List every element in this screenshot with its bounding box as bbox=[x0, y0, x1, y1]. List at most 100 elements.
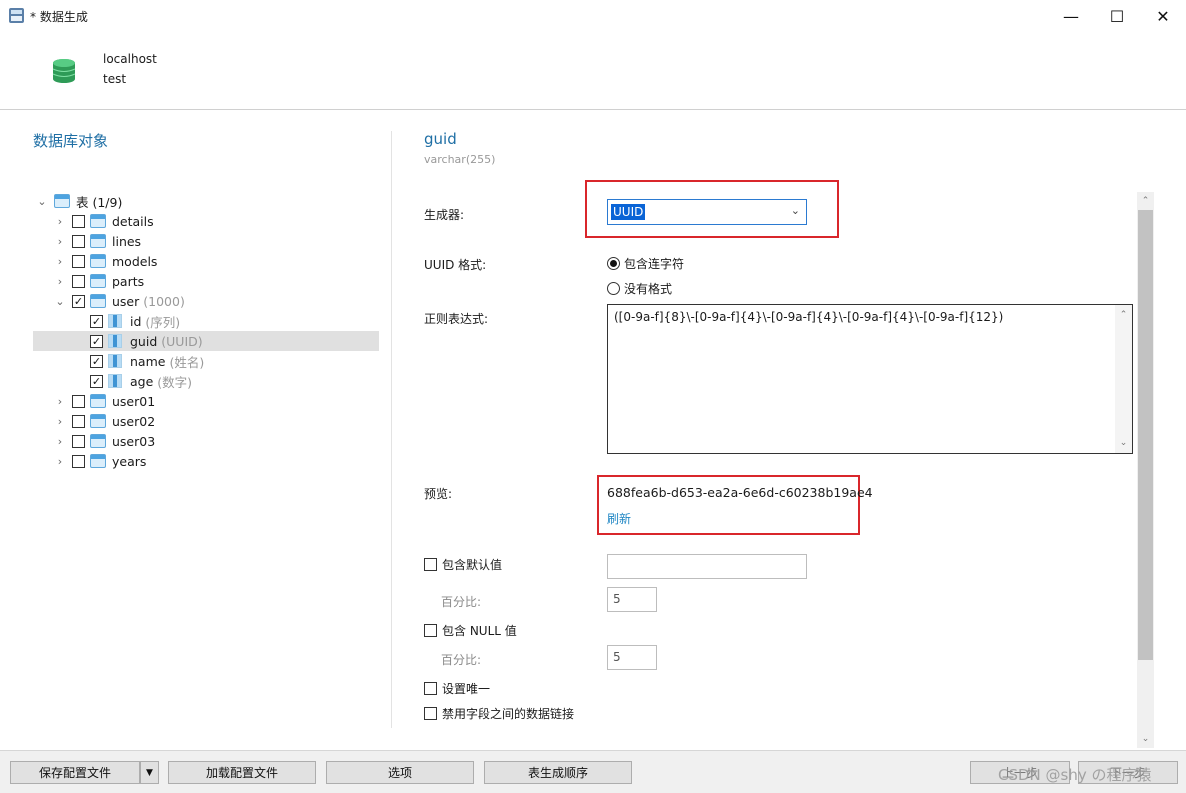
radio-no-format[interactable]: 没有格式 bbox=[607, 280, 672, 297]
title-bar: * 数据生成 — ☐ ✕ bbox=[0, 0, 1186, 32]
tree-table-user03[interactable]: › user03 bbox=[54, 431, 155, 451]
checkbox-icon[interactable] bbox=[424, 624, 437, 637]
checkbox-icon[interactable] bbox=[424, 707, 437, 720]
scrollbar-thumb[interactable] bbox=[1138, 210, 1153, 660]
close-icon[interactable]: ✕ bbox=[1140, 0, 1186, 32]
tree-table-parts[interactable]: › parts bbox=[54, 271, 144, 291]
tree-root-label: 表 (1/9) bbox=[76, 194, 123, 210]
column-checkbox[interactable]: ✓ bbox=[90, 374, 103, 388]
default-percent-label: 百分比: bbox=[441, 595, 482, 609]
column-icon bbox=[108, 354, 122, 368]
table-checkbox[interactable] bbox=[72, 274, 85, 288]
maximize-icon[interactable]: ☐ bbox=[1094, 0, 1140, 32]
connection-host: localhost bbox=[103, 52, 157, 66]
tree-column-name[interactable]: ✓ name (姓名) bbox=[90, 351, 204, 371]
disable-link-checkbox[interactable]: 禁用字段之间的数据链接 bbox=[424, 705, 574, 722]
default-value-input[interactable] bbox=[607, 554, 807, 579]
right-panel-scrollbar[interactable]: ⌃ ⌄ bbox=[1137, 192, 1154, 748]
window-title: * 数据生成 bbox=[30, 10, 88, 24]
table-checkbox[interactable]: ✓ bbox=[72, 294, 85, 308]
row-count: (1000) bbox=[143, 293, 185, 309]
load-config-button[interactable]: 加载配置文件 bbox=[168, 761, 316, 784]
default-percent-input[interactable]: 5 bbox=[607, 587, 657, 612]
tree-table-user[interactable]: ⌄ ✓ user (1000) bbox=[54, 291, 185, 311]
table-icon bbox=[90, 454, 106, 468]
scroll-up-icon[interactable]: ⌃ bbox=[1115, 307, 1132, 323]
table-icon bbox=[90, 434, 106, 448]
table-checkbox[interactable] bbox=[72, 394, 85, 408]
table-checkbox[interactable] bbox=[72, 414, 85, 428]
table-checkbox[interactable] bbox=[72, 234, 85, 248]
tables-icon bbox=[54, 194, 70, 208]
table-checkbox[interactable] bbox=[72, 254, 85, 268]
tree-table-lines[interactable]: › lines bbox=[54, 231, 141, 251]
column-checkbox[interactable]: ✓ bbox=[90, 354, 103, 368]
chevron-down-icon[interactable]: ⌄ bbox=[54, 295, 66, 308]
tree-table-user01[interactable]: › user01 bbox=[54, 391, 155, 411]
tree-table-years[interactable]: › years bbox=[54, 451, 147, 471]
tree-table-details[interactable]: › details bbox=[54, 211, 154, 231]
chevron-right-icon[interactable]: › bbox=[54, 435, 66, 448]
caret-down-icon: ▼ bbox=[146, 767, 153, 778]
chevron-right-icon[interactable]: › bbox=[54, 415, 66, 428]
connection-header: localhost test bbox=[0, 32, 1186, 110]
tree-column-age[interactable]: ✓ age (数字) bbox=[90, 371, 192, 391]
scroll-up-icon[interactable]: ⌃ bbox=[1137, 193, 1154, 209]
table-order-button[interactable]: 表生成顺序 bbox=[484, 761, 632, 784]
radio-selected-icon[interactable] bbox=[607, 257, 620, 270]
chevron-right-icon[interactable]: › bbox=[54, 395, 66, 408]
null-percent-input[interactable]: 5 bbox=[607, 645, 657, 670]
tree-table-models[interactable]: › models bbox=[54, 251, 158, 271]
scroll-down-icon[interactable]: ⌄ bbox=[1115, 435, 1132, 451]
tree-column-id[interactable]: ✓ id (序列) bbox=[90, 311, 180, 331]
table-name: user bbox=[112, 293, 140, 309]
chevron-right-icon[interactable]: › bbox=[54, 215, 66, 228]
table-name: details bbox=[112, 213, 154, 229]
unique-checkbox[interactable]: 设置唯一 bbox=[424, 680, 490, 697]
generator-select[interactable]: UUID ⌄ bbox=[607, 199, 807, 225]
table-checkbox[interactable] bbox=[72, 434, 85, 448]
tree-root-tables[interactable]: ⌄ 表 (1/9) bbox=[36, 191, 122, 211]
navicat-icon bbox=[9, 8, 24, 23]
generator-note: (姓名) bbox=[169, 354, 205, 370]
options-button[interactable]: 选项 bbox=[326, 761, 474, 784]
table-name: models bbox=[112, 253, 158, 269]
table-checkbox[interactable] bbox=[72, 214, 85, 228]
generator-note: (序列) bbox=[145, 314, 181, 330]
refresh-link[interactable]: 刷新 bbox=[607, 510, 631, 527]
chevron-down-icon[interactable]: ⌄ bbox=[36, 195, 48, 208]
save-config-dropdown[interactable]: ▼ bbox=[140, 761, 159, 784]
connection-database: test bbox=[103, 72, 127, 86]
include-default-checkbox[interactable]: 包含默认值 bbox=[424, 556, 502, 573]
minimize-icon[interactable]: — bbox=[1048, 0, 1094, 32]
checkbox-icon[interactable] bbox=[424, 558, 437, 571]
table-checkbox[interactable] bbox=[72, 454, 85, 468]
column-checkbox[interactable]: ✓ bbox=[90, 334, 103, 348]
include-null-checkbox[interactable]: 包含 NULL 值 bbox=[424, 622, 517, 639]
tree-table-user02[interactable]: › user02 bbox=[54, 411, 155, 431]
generator-select-value: UUID bbox=[611, 204, 646, 220]
field-name: guid bbox=[424, 130, 457, 148]
radio-unselected-icon[interactable] bbox=[607, 282, 620, 295]
table-icon bbox=[90, 294, 106, 308]
regex-label: 正则表达式: bbox=[424, 312, 489, 326]
table-icon bbox=[90, 234, 106, 248]
save-config-button[interactable]: 保存配置文件 bbox=[10, 761, 140, 784]
tree-column-guid[interactable]: ✓ guid (UUID) bbox=[33, 331, 379, 351]
chevron-right-icon[interactable]: › bbox=[54, 255, 66, 268]
regex-scrollbar[interactable]: ⌃ ⌄ bbox=[1115, 305, 1132, 453]
table-name: parts bbox=[112, 273, 145, 289]
checkbox-icon[interactable] bbox=[424, 682, 437, 695]
chevron-right-icon[interactable]: › bbox=[54, 235, 66, 248]
chevron-right-icon[interactable]: › bbox=[54, 455, 66, 468]
regex-textarea[interactable]: ([0-9a-f]{8}\-[0-9a-f]{4}\-[0-9a-f]{4}\-… bbox=[607, 304, 1133, 454]
field-type: varchar(255) bbox=[424, 153, 496, 166]
column-checkbox[interactable]: ✓ bbox=[90, 314, 103, 328]
radio-with-hyphens[interactable]: 包含连字符 bbox=[607, 255, 684, 272]
chevron-right-icon[interactable]: › bbox=[54, 275, 66, 288]
unique-label: 设置唯一 bbox=[442, 682, 491, 696]
preview-value: 688fea6b-d653-ea2a-6e6d-c60238b19ae4 bbox=[607, 485, 873, 500]
scroll-down-icon[interactable]: ⌄ bbox=[1137, 731, 1154, 747]
include-default-label: 包含默认值 bbox=[442, 558, 503, 572]
include-null-label: 包含 NULL 值 bbox=[442, 624, 517, 638]
